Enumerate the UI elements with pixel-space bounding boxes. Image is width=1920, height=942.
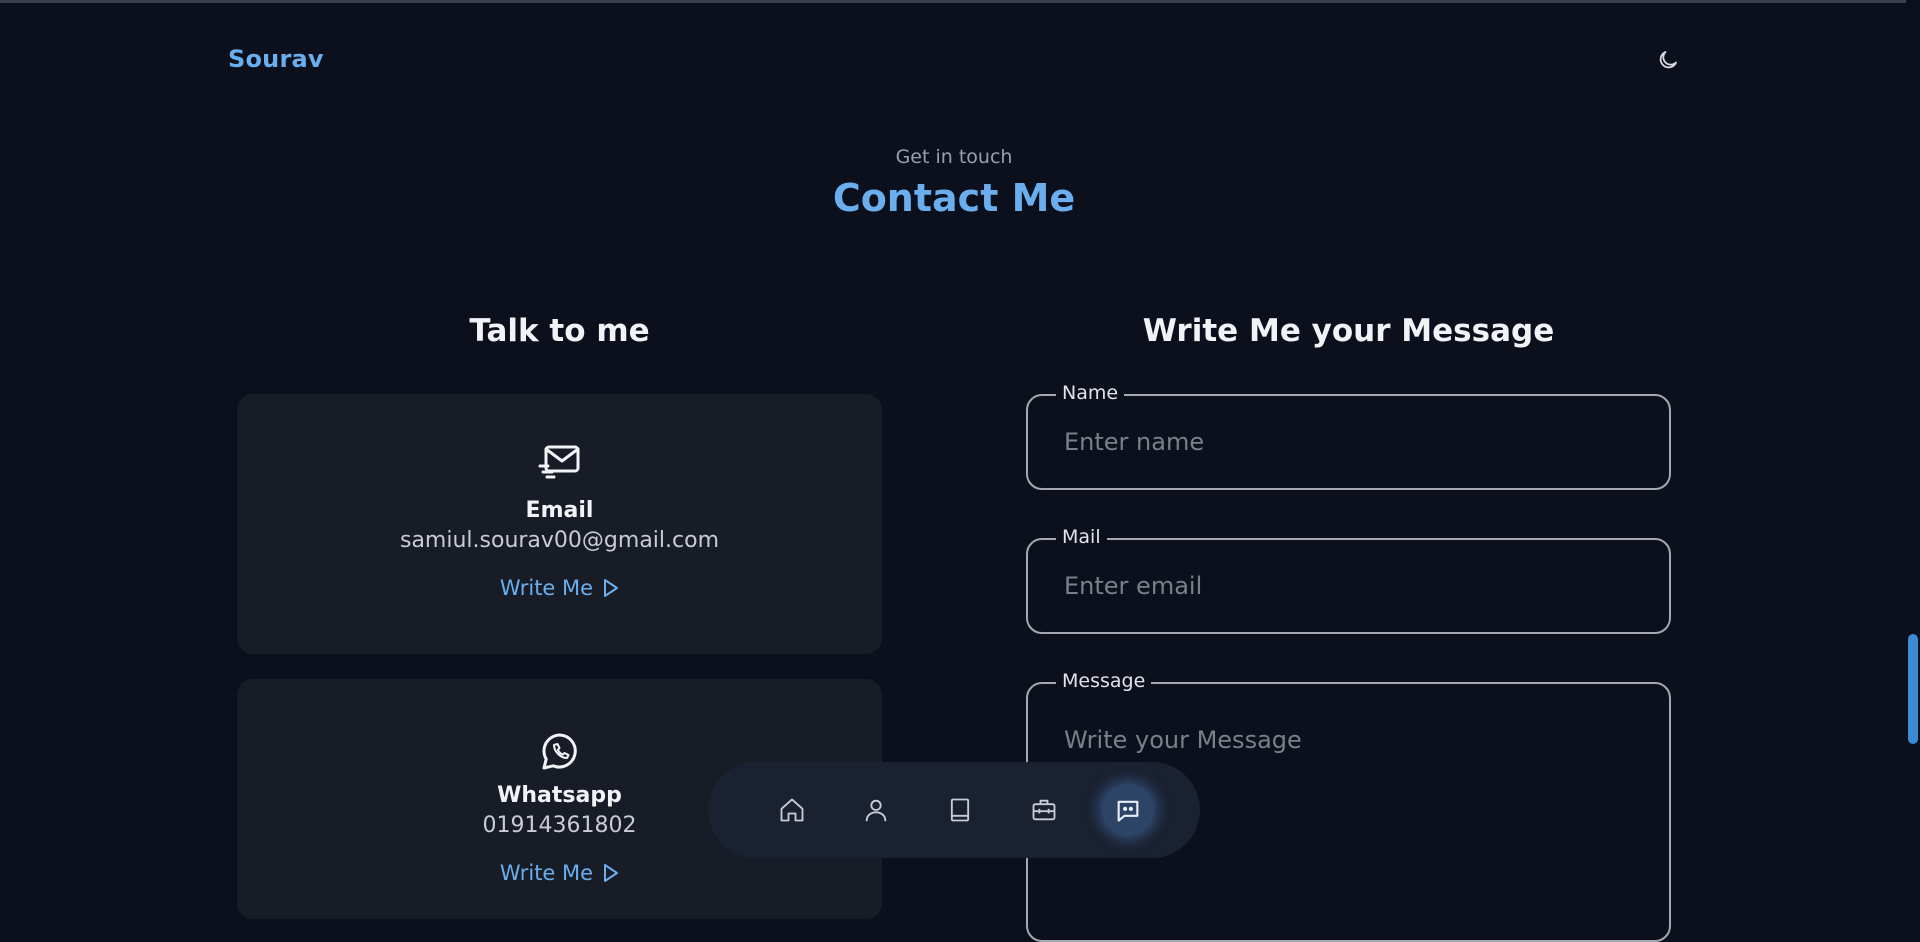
email-input[interactable]: Enter email (1064, 572, 1202, 600)
write-me-email-link[interactable]: Write Me (237, 576, 882, 600)
play-arrow-icon (604, 864, 619, 882)
home-icon (780, 798, 804, 822)
nav-qualification[interactable] (934, 784, 986, 836)
site-header: Sourav (0, 3, 1920, 113)
nav-home[interactable] (766, 784, 818, 836)
talk-title: Talk to me (469, 313, 650, 349)
site-logo[interactable]: Sourav (228, 45, 324, 73)
name-input[interactable]: Enter name (1064, 428, 1204, 456)
email-value: samiul.sourav00@gmail.com (399, 528, 720, 553)
name-field[interactable]: Name Enter name (1026, 382, 1671, 490)
link-label: Write Me (499, 576, 594, 600)
book-icon (950, 798, 970, 822)
card-icon-wrap (237, 444, 882, 480)
whatsapp-icon (542, 733, 577, 770)
play-arrow-icon (604, 579, 619, 597)
nav-about[interactable] (850, 784, 902, 836)
write-me-whatsapp-link[interactable]: Write Me (237, 861, 882, 885)
briefcase-icon (1032, 799, 1056, 821)
form-title: Write Me your Message (1142, 313, 1555, 349)
theme-toggle-button[interactable] (1653, 45, 1683, 75)
link-label: Write Me (499, 861, 594, 885)
section-subtitle: Get in touch (895, 146, 1013, 168)
chat-icon (1117, 800, 1139, 822)
message-textarea[interactable]: Write your Message (1064, 726, 1302, 754)
nav-contact[interactable] (1102, 784, 1154, 836)
scrollbar-thumb[interactable] (1908, 634, 1918, 744)
moon-icon (1659, 51, 1677, 69)
email-card: Email samiul.sourav00@gmail.com Write Me (237, 394, 882, 654)
section-title: Contact Me (832, 176, 1076, 220)
mail-field[interactable]: Mail Enter email (1026, 526, 1671, 634)
message-field-label: Message (1056, 670, 1152, 692)
bottom-nav (708, 762, 1200, 858)
scrollbar-track[interactable] (1906, 0, 1920, 880)
card-label: Email (525, 498, 594, 523)
mail-send-icon (538, 445, 579, 479)
user-icon (865, 799, 887, 822)
nav-portfolio[interactable] (1018, 784, 1070, 836)
name-field-label: Name (1056, 382, 1125, 404)
mail-field-label: Mail (1056, 526, 1107, 548)
